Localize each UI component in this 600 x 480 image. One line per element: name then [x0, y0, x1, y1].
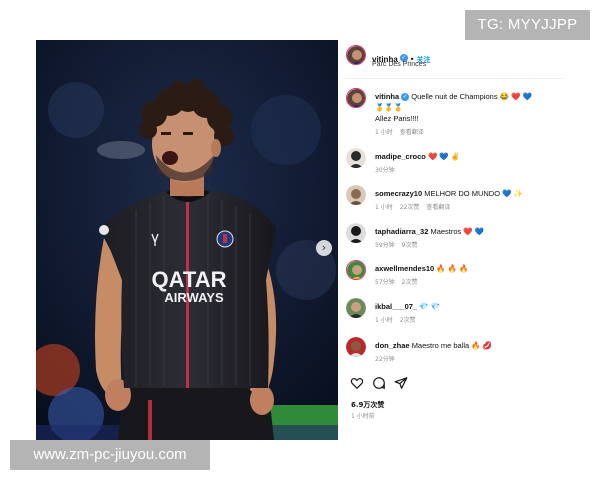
- comment-text: Maestro me balla 🔥 💋: [411, 341, 493, 350]
- site-url-watermark: www.zm-pc-jiuyou.com: [10, 440, 210, 470]
- page: TG: MYYJJPP QATAR AIRWAYS › vitinha ✓ • …: [0, 0, 600, 480]
- comment-username[interactable]: don_zhae: [375, 341, 410, 350]
- comment-item: axwellmendes10 🔥 🔥 🔥 57分钟 2次赞: [342, 260, 564, 290]
- header-divider: [342, 78, 564, 79]
- comment-like-count[interactable]: 22次赞: [400, 204, 420, 211]
- commenter-avatar[interactable]: [346, 260, 366, 280]
- comment-text: 💎 💎: [419, 302, 440, 311]
- jersey-sponsor-line2: AIRWAYS: [164, 290, 224, 305]
- comment-username[interactable]: vitinha: [375, 92, 399, 101]
- comment-text: Quelle nuit de Champions 😂 ❤️ 💙: [411, 92, 532, 101]
- comment-item: madipe_croco ❤️ 💙 ✌️ 30分钟: [342, 148, 564, 178]
- comment-time: 1 小时: [375, 317, 393, 324]
- comment-text: ❤️ 💙 ✌️: [427, 152, 461, 161]
- see-translation-link[interactable]: 查看翻译: [400, 129, 424, 136]
- comment-time: 1 小时: [375, 204, 393, 211]
- commenter-avatar[interactable]: [346, 337, 366, 357]
- comment-username[interactable]: axwellmendes10: [375, 264, 434, 273]
- comment-like-count[interactable]: 2次赞: [402, 279, 418, 286]
- comment-username[interactable]: taphadiarra_32: [375, 227, 428, 236]
- comment-time: 1 小时: [375, 129, 393, 136]
- heart-icon[interactable]: [350, 376, 364, 390]
- post-actions: [350, 376, 430, 392]
- post-side-panel: vitinha ✓ • 关注 Parc Des Princes vitinha ✓ Qu…: [342, 40, 564, 440]
- comment-username[interactable]: madipe_croco: [375, 152, 426, 161]
- author-avatar[interactable]: [346, 45, 366, 65]
- post-header: vitinha ✓ • 关注 Parc Des Princes: [342, 40, 564, 76]
- commenter-avatar[interactable]: [346, 148, 366, 168]
- comment-time: 57分钟: [375, 279, 395, 286]
- player-photo-illustration: QATAR AIRWAYS: [36, 40, 338, 440]
- post-photo[interactable]: QATAR AIRWAYS ›: [36, 40, 338, 440]
- comment-text-line3: Allez Paris!!!!: [375, 114, 419, 123]
- comment-item: somecrazy10 MELHOR DO MUNDO 💙 ✨ 1 小时 22次赞…: [342, 185, 564, 215]
- like-count[interactable]: 6.9万次赞: [351, 400, 384, 410]
- see-translation-link[interactable]: 查看翻译: [426, 204, 450, 211]
- commenter-avatar[interactable]: [346, 298, 366, 318]
- post-location[interactable]: Parc Des Princes: [372, 61, 426, 68]
- verified-badge-icon: ✓: [401, 93, 410, 102]
- comment-text-line2: 🥇🥇🥇: [375, 103, 404, 112]
- next-arrow-icon[interactable]: ›: [316, 240, 332, 256]
- share-icon[interactable]: [394, 376, 408, 390]
- comment-like-count[interactable]: 2次赞: [400, 317, 416, 324]
- commenter-avatar[interactable]: [346, 223, 366, 243]
- commenter-avatar[interactable]: [346, 88, 366, 108]
- comment-item: don_zhae Maestro me balla 🔥 💋 22分钟: [342, 337, 564, 367]
- comment-icon[interactable]: [372, 376, 386, 390]
- comment-text: Maestros ❤️ 💙: [430, 227, 485, 236]
- post-timestamp: 1 小时前: [351, 413, 375, 420]
- comment-username[interactable]: somecrazy10: [375, 189, 422, 198]
- comment-text: MELHOR DO MUNDO 💙 ✨: [424, 189, 523, 198]
- instagram-post: QATAR AIRWAYS › vitinha ✓ • 关注 Parc Des Pri…: [36, 40, 564, 440]
- commenter-avatar[interactable]: [346, 185, 366, 205]
- comment-username[interactable]: ikbal___07_: [375, 302, 417, 311]
- comment-like-count[interactable]: 9次赞: [402, 242, 418, 249]
- comment-item: ikbal___07_ 💎 💎 1 小时 2次赞: [342, 298, 564, 328]
- comment-time: 59分钟: [375, 242, 395, 249]
- jersey-sponsor-line1: QATAR: [152, 267, 227, 292]
- telegram-watermark: TG: MYYJJPP: [465, 10, 590, 40]
- comment-time: 22分钟: [375, 356, 395, 363]
- comment-item: taphadiarra_32 Maestros ❤️ 💙 59分钟 9次赞: [342, 223, 564, 253]
- comment-time: 30分钟: [375, 167, 395, 174]
- comment-text: 🔥 🔥 🔥: [436, 264, 469, 273]
- caption-comment: vitinha ✓ Quelle nuit de Champions 😂 ❤️ 💙…: [342, 88, 564, 138]
